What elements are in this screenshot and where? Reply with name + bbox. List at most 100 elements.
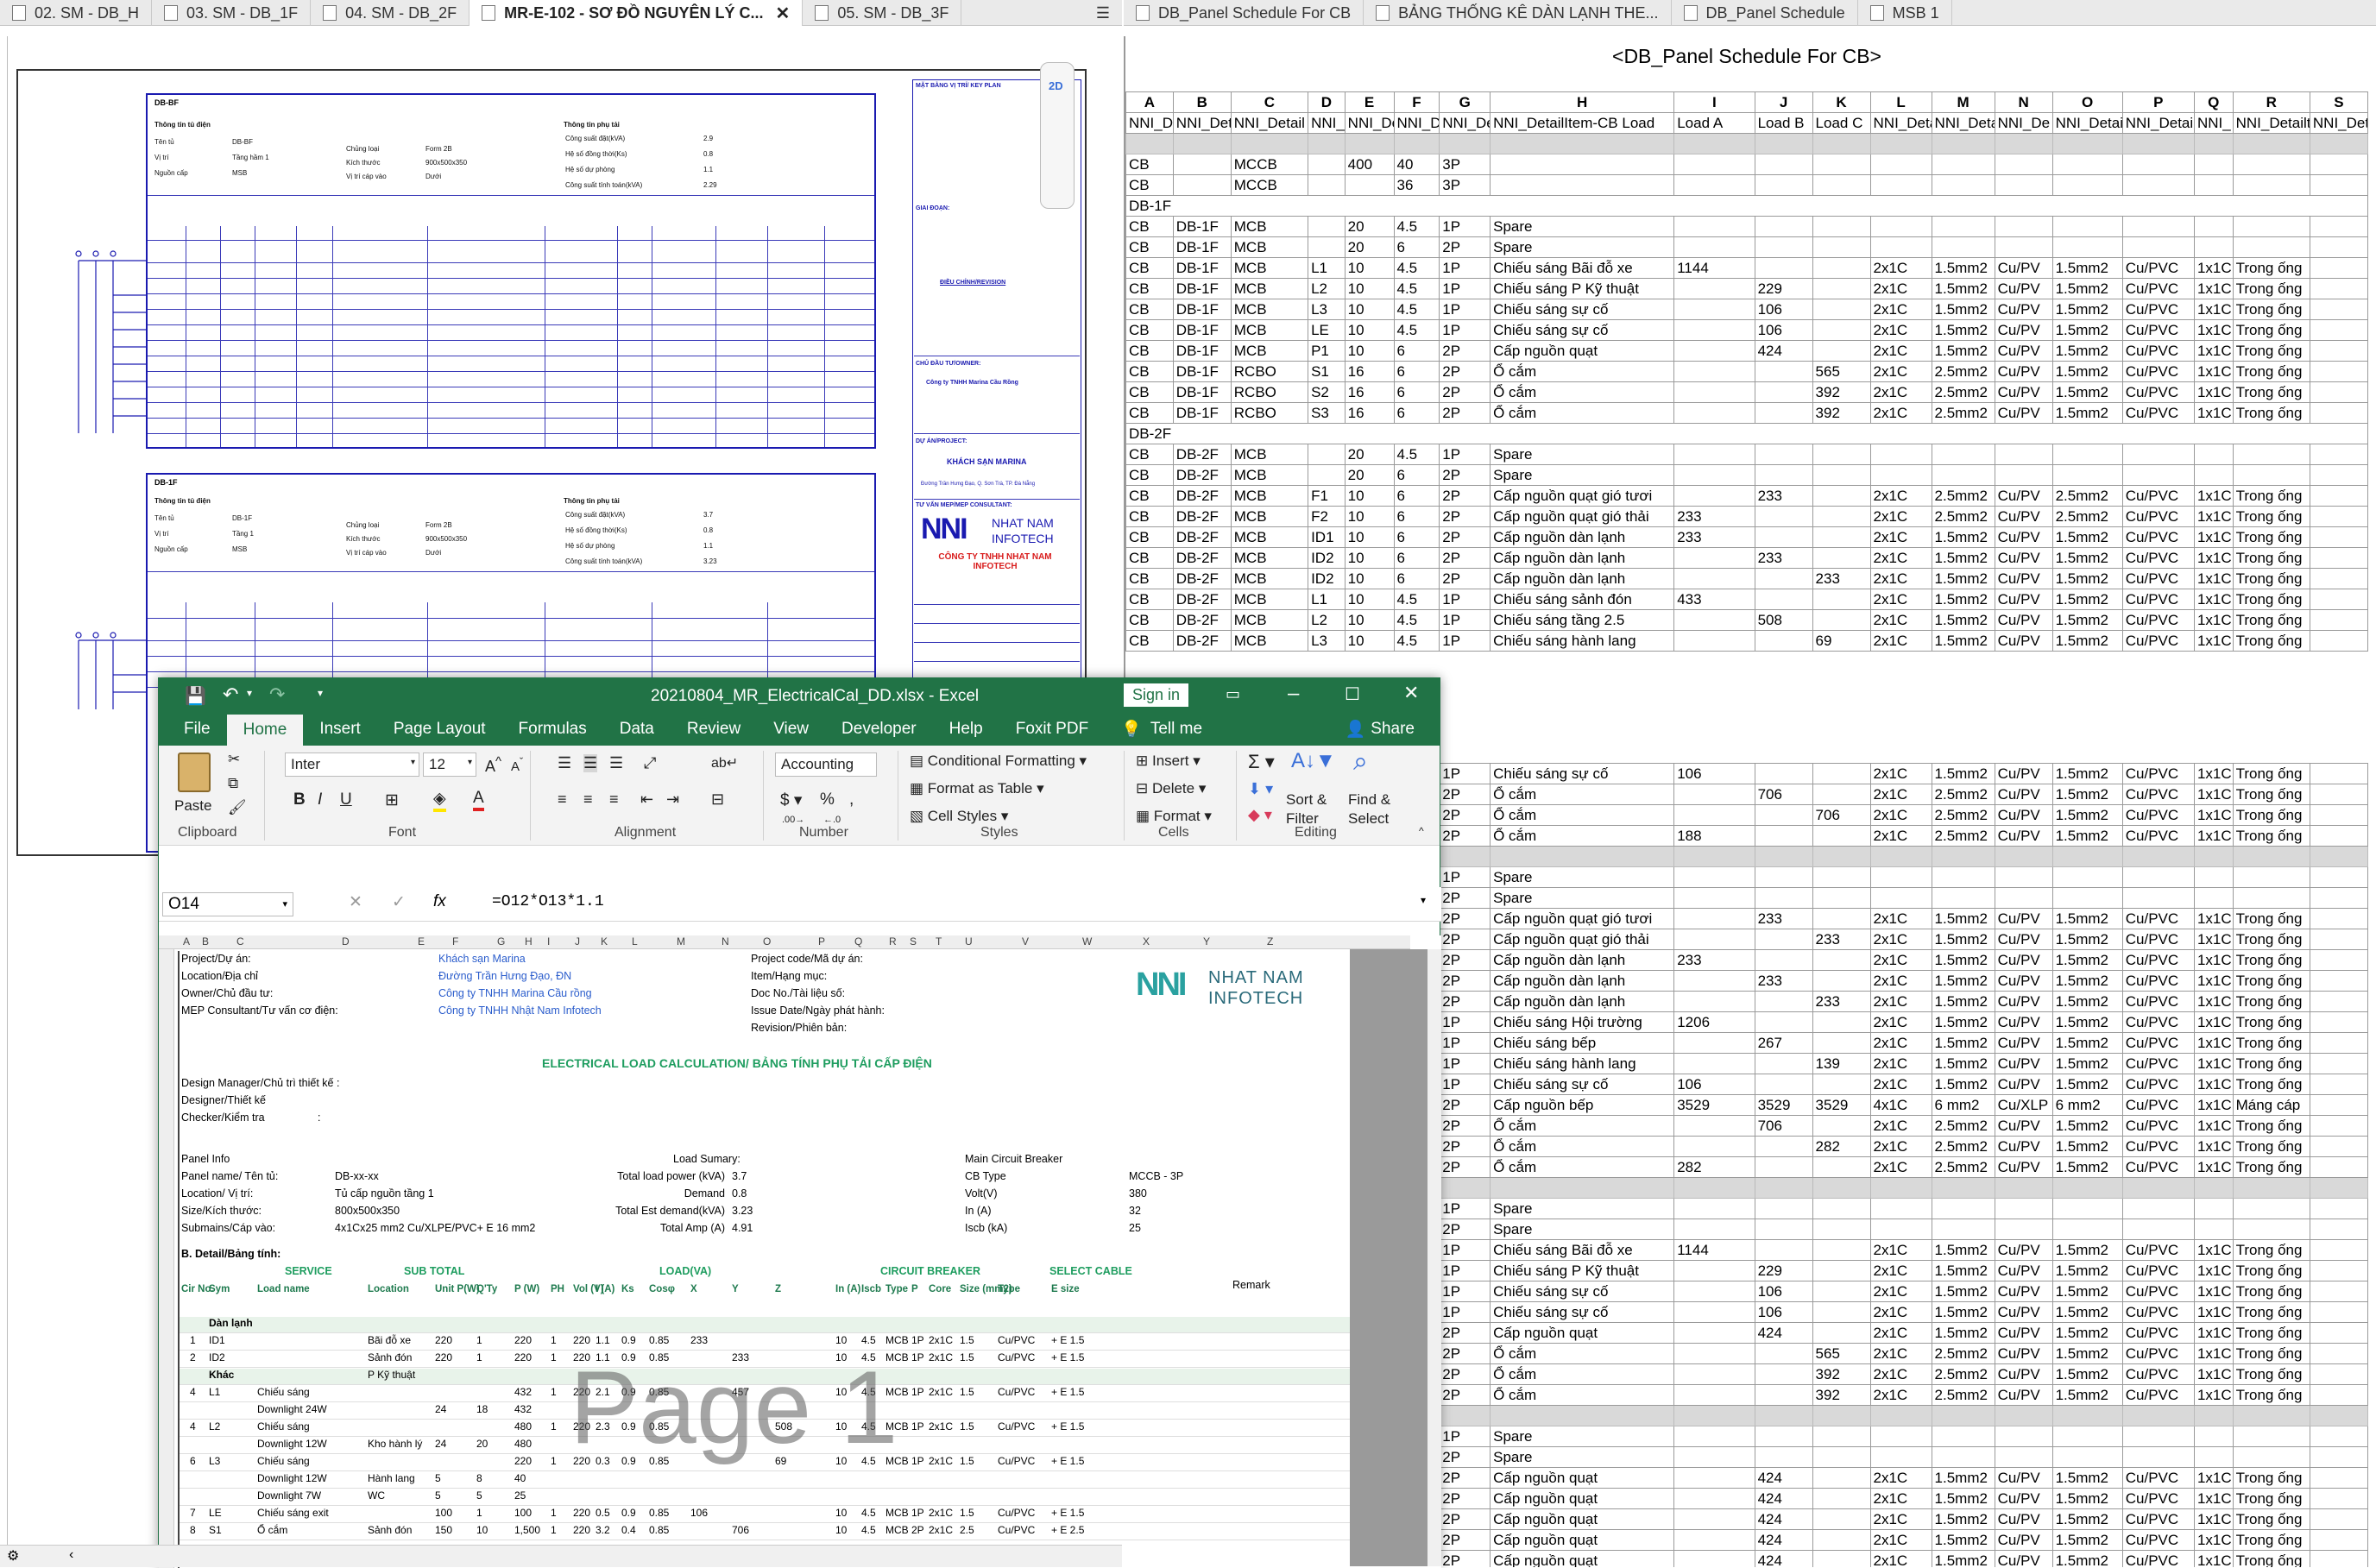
schedule-cell[interactable]: Cu/PVC — [2121, 299, 2195, 320]
schedule-row[interactable]: CB MCCB 400 40 3P — [1125, 154, 2369, 175]
detail-cell[interactable]: 25 — [514, 1489, 526, 1502]
detail-cell[interactable]: 7 — [190, 1507, 196, 1519]
schedule-cell[interactable]: 2.5mm2 — [1931, 804, 1995, 826]
schedule-cell[interactable]: 2P — [1439, 236, 1491, 258]
schedule-cell[interactable]: Chiếu sáng hành lang — [1490, 1053, 1675, 1074]
tab-review[interactable]: Review — [671, 713, 757, 746]
schedule-cell[interactable]: Cu/PVC — [2121, 1488, 2195, 1509]
schedule-cell[interactable]: 1x1C — [2193, 526, 2234, 548]
schedule-cell[interactable] — [1994, 1198, 2053, 1219]
schedule-cell[interactable]: Cu/PV — [1994, 299, 2053, 320]
schedule-cell[interactable]: 2.5mm2 — [1931, 1363, 1995, 1385]
schedule-cell[interactable]: Trong ống — [2232, 1488, 2310, 1509]
schedule-cell[interactable]: Cu/PVC — [2121, 319, 2195, 341]
detail-cell[interactable]: 0.85 — [649, 1524, 669, 1536]
schedule-cell[interactable]: 1.5mm2 — [2051, 1363, 2123, 1385]
schedule-cell[interactable]: 6 — [1393, 402, 1440, 424]
panel-info-cell[interactable]: In (A) — [965, 1205, 992, 1217]
schedule-cell[interactable] — [2309, 1136, 2369, 1157]
schedule-cell[interactable]: 1.5mm2 — [1931, 1467, 1995, 1489]
detail-cell[interactable]: 1.5 — [960, 1386, 974, 1398]
schedule-cell[interactable]: 424 — [1754, 1467, 1813, 1489]
schedule-cell[interactable]: 2x1C — [1869, 630, 1932, 652]
schedule-cell[interactable]: Trong ống — [2232, 547, 2310, 569]
schedule-cell[interactable]: Trong ống — [2232, 589, 2310, 610]
schedule-cell[interactable]: 2x1C — [1869, 929, 1932, 950]
schedule-cell[interactable] — [2309, 866, 2369, 888]
schedule-cell[interactable]: 1.5mm2 — [1931, 970, 1995, 992]
schedule-cell[interactable] — [1673, 1053, 1755, 1074]
schedule-cell[interactable] — [2193, 1405, 2234, 1426]
schedule-cell[interactable]: 2P — [1439, 1115, 1491, 1137]
schedule-cell[interactable] — [2309, 1032, 2369, 1054]
schedule-cell[interactable]: MCB — [1230, 278, 1309, 299]
schedule-cell[interactable]: 1144 — [1673, 257, 1755, 279]
schedule-cell[interactable]: 1.5mm2 — [1931, 929, 1995, 950]
schedule-cell[interactable]: L1 — [1308, 589, 1346, 610]
detail-cell[interactable]: MCB — [885, 1507, 909, 1519]
schedule-cell[interactable]: Cấp nguồn dàn lạnh — [1490, 547, 1675, 569]
schedule-cell[interactable]: 3P — [1439, 174, 1491, 196]
schedule-cell[interactable]: Trong ống — [2232, 568, 2310, 589]
schedule-cell[interactable]: 392 — [1812, 402, 1871, 424]
schedule-cell[interactable] — [1812, 464, 1871, 486]
tab-04-sm-db-2f[interactable]: 04. SM - DB_2F — [311, 0, 470, 26]
schedule-cell[interactable]: 392 — [1812, 1363, 1871, 1385]
customize-toolbar-icon[interactable]: ▾ — [318, 687, 323, 699]
schedule-cell[interactable] — [1673, 402, 1755, 424]
schedule-cell[interactable]: 10 — [1344, 589, 1395, 610]
schedule-cell[interactable]: 106 — [1754, 299, 1813, 320]
schedule-cell[interactable] — [1673, 1405, 1755, 1426]
schedule-cell[interactable]: 1.5mm2 — [2051, 908, 2123, 929]
schedule-cell[interactable] — [1754, 174, 1813, 196]
schedule-column-letter[interactable]: F — [1393, 91, 1440, 113]
detail-cell[interactable]: 106 — [690, 1507, 708, 1519]
schedule-cell[interactable]: Trong ống — [2232, 1053, 2310, 1074]
detail-cell[interactable]: 100 — [435, 1507, 452, 1519]
cancel-icon[interactable]: ✕ — [349, 892, 362, 912]
schedule-cell[interactable]: 3P — [1439, 154, 1491, 175]
schedule-cell[interactable]: Trong ống — [2232, 630, 2310, 652]
schedule-row[interactable]: CB DB-2F MCB 20 4.5 1P Spare — [1125, 444, 2369, 465]
schedule-cell[interactable]: Trong ống — [2232, 1550, 2310, 1567]
schedule-cell[interactable] — [1869, 174, 1932, 196]
schedule-cell[interactable]: 2x1C — [1869, 908, 1932, 929]
schedule-cell[interactable] — [1754, 133, 1813, 154]
schedule-cell[interactable]: Cu/PVC — [2121, 1011, 2195, 1033]
schedule-cell[interactable]: 1x1C — [2193, 257, 2234, 279]
schedule-cell[interactable] — [1869, 887, 1932, 909]
schedule-cell[interactable]: 139 — [1812, 1053, 1871, 1074]
column-header[interactable]: K — [601, 935, 608, 948]
schedule-cell[interactable] — [1754, 991, 1813, 1012]
panel-info-cell[interactable]: Size/Kích thước: — [181, 1205, 262, 1217]
schedule-cell[interactable]: MCCB — [1230, 174, 1309, 196]
schedule-cell[interactable]: Cấp nguồn quạt — [1490, 1322, 1675, 1344]
schedule-cell[interactable] — [1308, 444, 1346, 465]
schedule-cell[interactable]: 1x1C — [2193, 1322, 2234, 1344]
panel-info-cell[interactable]: 3.23 — [732, 1205, 753, 1217]
schedule-cell[interactable] — [1673, 1260, 1755, 1281]
schedule-cell[interactable]: 1.5mm2 — [2051, 1343, 2123, 1364]
schedule-cell[interactable]: Cu/PV — [1994, 1363, 2053, 1385]
schedule-cell[interactable] — [1673, 1219, 1755, 1240]
panel-info-cell[interactable]: 3.7 — [732, 1170, 747, 1182]
schedule-cell[interactable]: 10 — [1344, 485, 1395, 507]
schedule-cell[interactable] — [1673, 1198, 1755, 1219]
schedule-cell[interactable] — [1812, 1198, 1871, 1219]
schedule-cell[interactable] — [1812, 866, 1871, 888]
schedule-cell[interactable] — [1994, 236, 2053, 258]
schedule-cell[interactable]: 1.5mm2 — [1931, 299, 1995, 320]
schedule-cell[interactable]: 1.5mm2 — [2051, 299, 2123, 320]
detail-cell[interactable]: 40 — [514, 1472, 526, 1484]
schedule-cell[interactable] — [1754, 1136, 1813, 1157]
detail-cell[interactable]: 432 — [514, 1386, 532, 1398]
schedule-cell[interactable]: Ổ cắm — [1490, 381, 1675, 403]
schedule-cell[interactable]: 6 — [1393, 547, 1440, 569]
detail-cell[interactable]: 220 — [573, 1524, 590, 1536]
detail-cell[interactable]: Chiếu sáng exit — [257, 1507, 329, 1519]
schedule-cell[interactable]: Ổ cắm — [1490, 1384, 1675, 1406]
schedule-cell[interactable]: Cấp nguồn dàn lạnh — [1490, 970, 1675, 992]
schedule-cell[interactable]: 1.5mm2 — [2051, 1156, 2123, 1178]
schedule-cell[interactable] — [1754, 1405, 1813, 1426]
schedule-cell[interactable]: Trong ống — [2232, 1508, 2310, 1530]
